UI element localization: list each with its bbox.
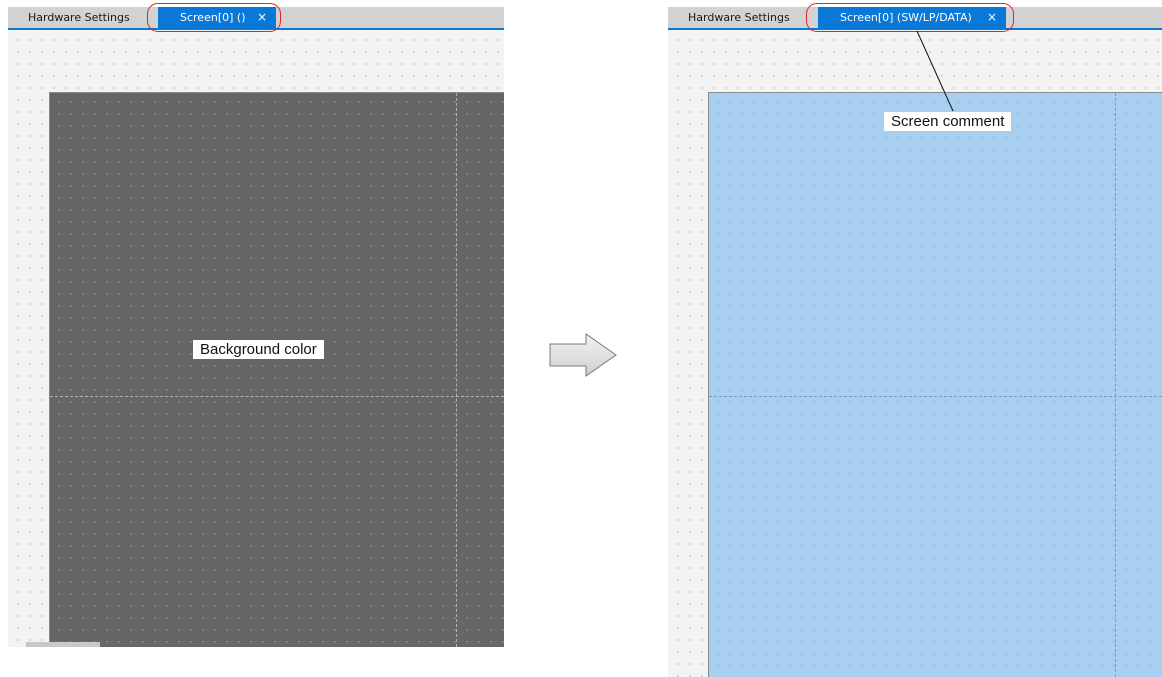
- center-guide-horizontal: [50, 396, 504, 397]
- tab-hardware-settings[interactable]: Hardware Settings: [676, 7, 790, 28]
- screen-editor-before: Hardware Settings Screen[0] () ×: [8, 7, 504, 647]
- screen-canvas[interactable]: [49, 92, 504, 647]
- screen-canvas[interactable]: [708, 92, 1162, 677]
- center-guide-vertical: [1115, 93, 1116, 677]
- screen-comment-label: Screen comment: [884, 112, 1012, 131]
- tab-hardware-settings[interactable]: Hardware Settings: [16, 7, 130, 28]
- background-color-label: Background color: [193, 340, 324, 359]
- tab-highlight-circle: [147, 3, 281, 32]
- screen-editor-after: Hardware Settings Screen[0] (SW/LP/DATA)…: [668, 7, 1162, 677]
- horizontal-scrollbar[interactable]: [26, 642, 100, 647]
- center-guide-horizontal: [709, 396, 1162, 397]
- tab-highlight-circle: [806, 3, 1014, 32]
- right-arrow-icon: [549, 333, 617, 377]
- center-guide-vertical: [456, 93, 457, 647]
- workspace-grid[interactable]: [8, 30, 504, 647]
